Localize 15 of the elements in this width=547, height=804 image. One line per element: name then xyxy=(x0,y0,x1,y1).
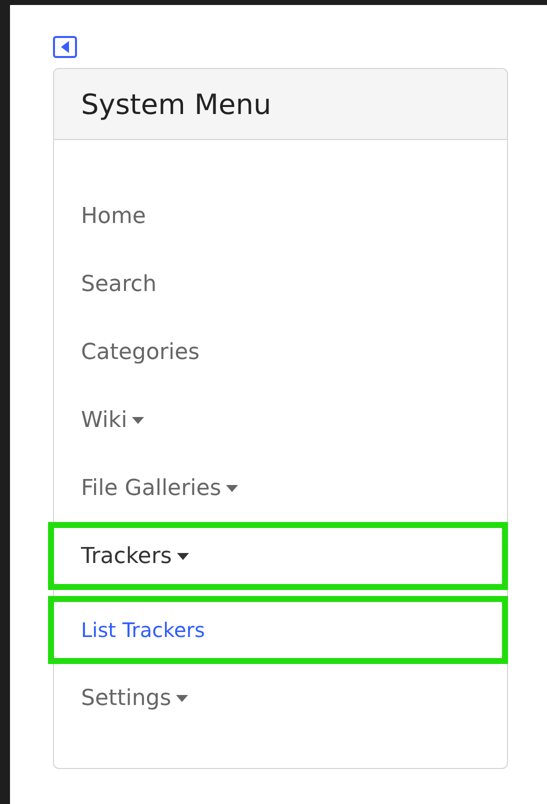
menu-title: System Menu xyxy=(81,88,272,120)
menu-link[interactable]: Categories xyxy=(81,340,200,364)
menu-link[interactable]: Settings xyxy=(81,686,188,710)
collapse-sidebar-button[interactable] xyxy=(53,36,77,58)
menu-link[interactable]: Wiki xyxy=(81,408,144,432)
caret-icon xyxy=(176,552,189,560)
caret-icon xyxy=(176,694,188,702)
caret-icon xyxy=(226,484,238,492)
caret-icon xyxy=(132,416,144,424)
menu-link[interactable]: Home xyxy=(81,204,146,228)
menu-link[interactable]: Search xyxy=(81,272,157,296)
menu-link[interactable]: File Galleries xyxy=(81,476,238,500)
menu-link[interactable]: Trackers xyxy=(81,544,189,568)
submenu-link[interactable]: List Trackers xyxy=(81,618,205,642)
left-triangle-icon xyxy=(60,41,70,53)
